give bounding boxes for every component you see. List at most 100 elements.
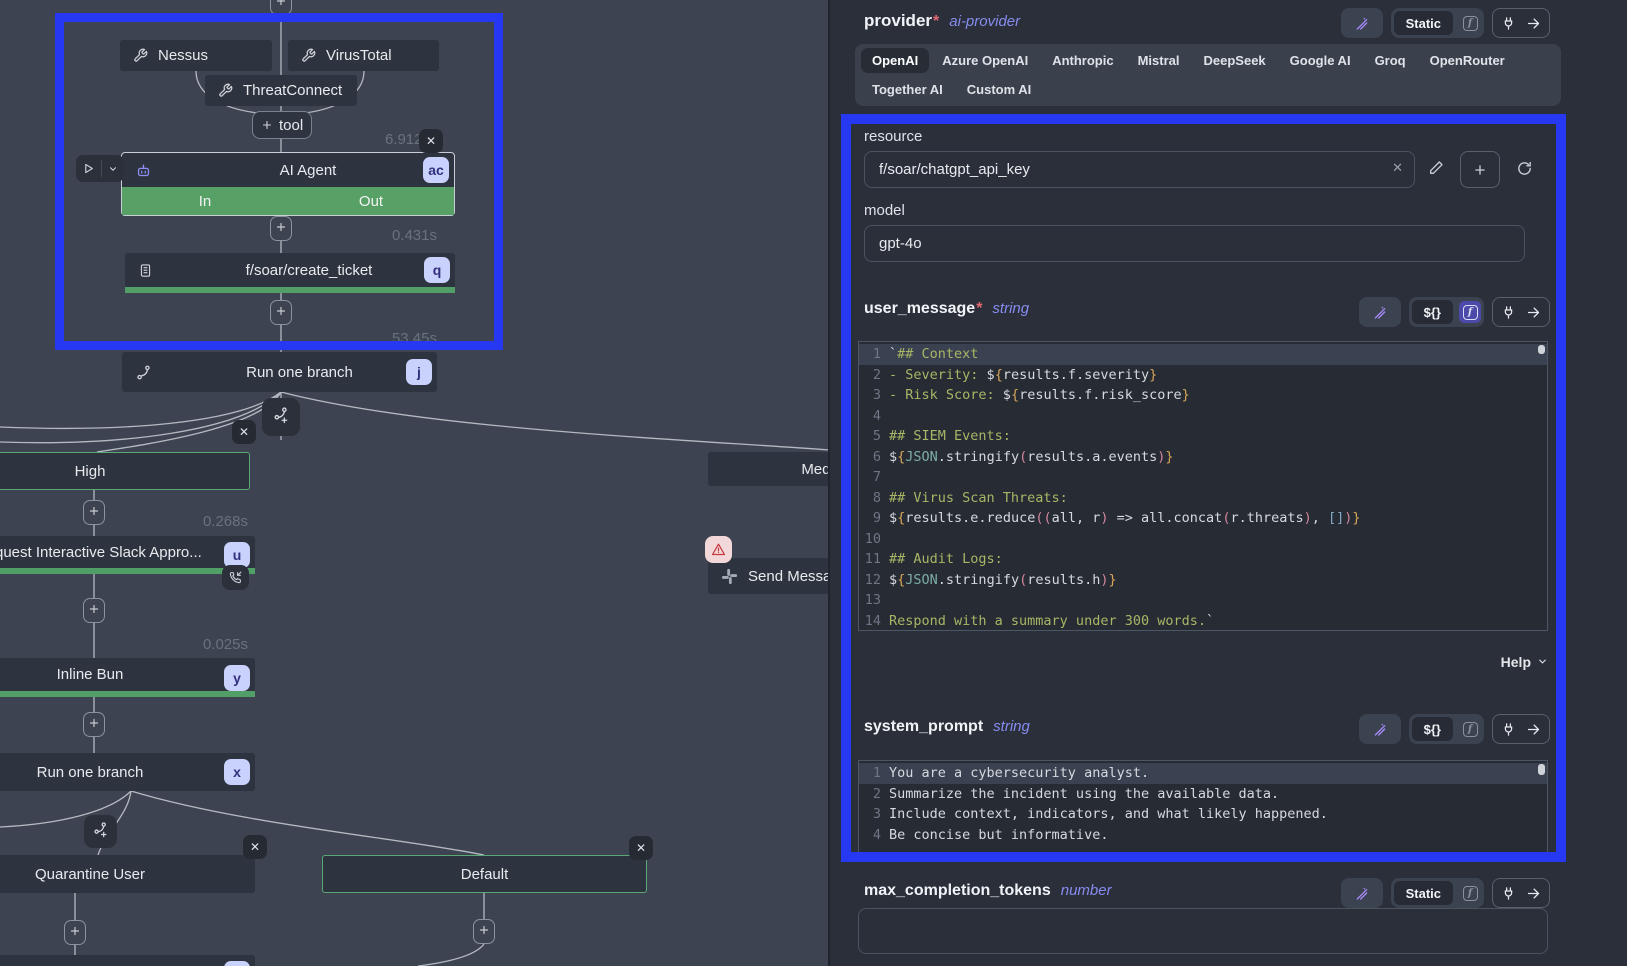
tab-openai[interactable]: OpenAI [861,48,929,73]
node-partial-bottom[interactable] [0,955,255,966]
step-config-panel: provider*ai-provider Static f OpenAIAzur… [828,0,1627,966]
tab-azure-openai[interactable]: Azure OpenAI [931,48,1039,73]
tab-deepseek[interactable]: DeepSeek [1193,48,1277,73]
tab-google-ai[interactable]: Google AI [1279,48,1362,73]
insert-step-button[interactable] [270,216,292,241]
node-run-one-branch-bottom[interactable]: Run one branch x [0,753,255,791]
arrow-right-icon[interactable] [1524,886,1549,901]
agent-input-handle[interactable]: In [122,193,288,210]
scrollbar-thumb[interactable] [1538,764,1545,775]
agent-output-handle[interactable]: Out [288,193,454,210]
expr-mode-button[interactable]: ${} [1412,717,1453,741]
code-line-10: 10 [859,529,1547,550]
field-type: number [1061,882,1112,899]
close-icon[interactable]: ✕ [232,420,256,444]
static-mode-button[interactable]: Static [1394,881,1453,905]
node-tool-group[interactable]: tool [252,111,312,139]
node-create-ticket[interactable]: f/soar/create_ticket q [125,253,455,293]
node-run-one-branch-top[interactable]: Run one branch j [122,352,437,392]
node-id-badge: ac [423,157,449,183]
arrow-right-icon[interactable] [1524,16,1549,31]
help-dropdown[interactable]: Help [1501,654,1548,670]
ai-wand-icon[interactable] [1359,714,1401,744]
add-branch-button[interactable] [262,398,300,436]
node-slack-approval[interactable]: quest Interactive Slack Appro... u [0,536,255,574]
code-line-6: 6${JSON.stringify(results.a.events)} [859,447,1547,468]
input-mode-toggle: Static f [1391,8,1484,38]
tab-together-ai[interactable]: Together AI [861,77,954,102]
model-label: model [864,202,905,219]
connect-group [1492,878,1550,908]
close-icon[interactable]: ✕ [419,129,443,153]
user-message-code-editor[interactable]: 1`## Context2- Severity: ${results.f.sev… [858,341,1548,631]
node-branch-medium[interactable]: Medium [708,452,828,486]
function-mode-icon[interactable]: f [1459,718,1481,740]
edit-pencil-icon[interactable] [1428,160,1444,176]
insert-step-button[interactable] [473,919,495,944]
close-icon[interactable]: ✕ [243,835,267,859]
insert-step-button[interactable] [83,712,105,737]
chevron-down-icon[interactable] [102,164,124,174]
tab-anthropic[interactable]: Anthropic [1041,48,1124,73]
expr-mode-button[interactable]: ${} [1412,300,1453,324]
play-icon[interactable] [76,162,101,175]
node-nessus[interactable]: Nessus [120,40,272,71]
code-line-12: 12${JSON.stringify(results.h)} [859,570,1547,591]
close-icon[interactable]: ✕ [629,836,653,860]
user-message-field-header: user_message*string [864,300,1029,318]
ai-wand-icon[interactable] [1359,297,1401,327]
node-inline-bun[interactable]: Inline Bun y [0,658,255,697]
plug-icon[interactable] [1493,305,1524,320]
arrow-right-icon[interactable] [1524,722,1549,737]
plug-icon[interactable] [1493,16,1524,31]
wrench-icon [301,48,316,63]
refresh-icon[interactable] [1516,160,1533,177]
code-line-13: 13 [859,590,1547,611]
tab-groq[interactable]: Groq [1364,48,1417,73]
insert-step-button[interactable] [83,598,105,623]
node-id-badge: x [224,759,250,785]
node-threatconnect[interactable]: ThreatConnect [205,75,357,106]
flow-canvas[interactable]: Nessus VirusTotal ThreatConnect tool 6.9… [0,0,828,966]
ai-wand-icon[interactable] [1341,878,1383,908]
insert-step-button[interactable] [83,500,105,525]
node-ai-agent[interactable]: AI Agent ac In Out [121,152,455,216]
node-send-message[interactable]: Send Message [708,558,828,594]
max-tokens-input[interactable] [858,908,1548,954]
tab-custom-ai[interactable]: Custom AI [956,77,1043,102]
plus-icon [275,220,287,238]
function-mode-icon[interactable]: f [1459,301,1481,323]
clear-icon[interactable]: ✕ [1392,160,1403,176]
tab-openrouter[interactable]: OpenRouter [1419,48,1516,73]
plug-icon[interactable] [1493,886,1524,901]
arrow-right-icon[interactable] [1524,305,1549,320]
scrollbar-thumb[interactable] [1538,345,1545,354]
ai-wand-icon[interactable] [1341,8,1383,38]
node-branch-default[interactable]: Default [322,855,647,893]
model-input[interactable] [864,225,1525,262]
insert-step-button[interactable] [270,0,292,15]
node-quarantine-user[interactable]: Quarantine User [0,855,255,893]
field-name: provider [864,11,932,30]
insert-step-button[interactable] [64,920,86,945]
node-branch-high[interactable]: High [0,452,250,490]
input-mode-toggle: ${} f [1409,714,1484,744]
add-branch-button[interactable] [84,815,117,848]
plug-icon[interactable] [1493,722,1524,737]
static-mode-button[interactable]: Static [1394,11,1453,35]
field-name: user_message [864,300,975,317]
user-message-field-actions: ${} f [1359,297,1550,327]
node-virustotal[interactable]: VirusTotal [288,40,439,71]
code-line-14: 14Respond with a summary under 300 words… [859,611,1547,632]
add-resource-button[interactable] [1460,151,1500,188]
code-line-7: 7 [859,467,1547,488]
system-prompt-code-editor[interactable]: 1You are a cybersecurity analyst.2Summar… [858,760,1548,853]
insert-step-button[interactable] [270,300,292,325]
resource-input[interactable] [864,151,1415,188]
tab-mistral[interactable]: Mistral [1127,48,1191,73]
code-line-3: 3Include context, indicators, and what l… [859,804,1547,825]
function-mode-icon[interactable]: f [1459,882,1481,904]
function-mode-icon[interactable]: f [1459,12,1481,34]
node-label: Run one branch [0,764,255,781]
phone-incoming-icon[interactable] [222,565,249,590]
